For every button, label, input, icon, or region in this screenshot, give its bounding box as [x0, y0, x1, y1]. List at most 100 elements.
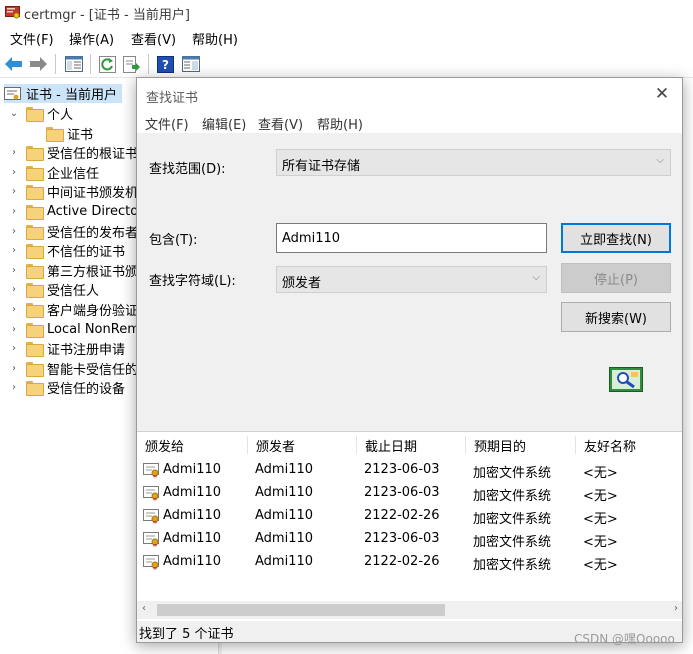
chevron-right-icon[interactable]: ›: [8, 363, 20, 374]
dialog-title: 查找证书: [146, 91, 199, 106]
tree-item[interactable]: › 受信任的根证书: [8, 143, 138, 162]
tree-item-label: 第三方根证书颁: [47, 264, 139, 280]
results-horizontal-scrollbar[interactable]: ‹ ›: [137, 601, 682, 619]
chevron-right-icon[interactable]: ›: [8, 324, 20, 335]
main-menu-bar: 文件(F) 操作(A) 查看(V) 帮助(H): [0, 26, 693, 48]
tree-item[interactable]: › 智能卡受信任的: [8, 359, 138, 378]
table-cell: <无>: [583, 558, 618, 573]
tree-item[interactable]: › 不信任的证书: [8, 241, 125, 260]
tree-item-label: 智能卡受信任的: [47, 362, 139, 378]
search-field-value: 颁发者: [282, 276, 322, 291]
main-toolbar: ?: [0, 50, 693, 78]
tree-item[interactable]: › 证书注册申请: [8, 339, 125, 358]
table-row[interactable]: Admi110 Admi110 2122-02-26 加密文件系统 <无>: [137, 505, 682, 528]
chevron-right-icon[interactable]: ›: [8, 147, 20, 158]
chevron-right-icon[interactable]: ›: [8, 245, 20, 256]
chevron-down-icon[interactable]: ⌄: [8, 108, 20, 119]
chevron-right-icon[interactable]: ›: [8, 343, 20, 354]
find-now-button[interactable]: 立即查找(N): [561, 223, 671, 253]
search-animation-icon: [609, 367, 643, 392]
tree-item[interactable]: › 客户端身份验证: [8, 300, 138, 319]
table-cell: 2123-06-03: [364, 531, 440, 546]
menu-view[interactable]: 查看(V): [131, 29, 176, 48]
scroll-right-icon[interactable]: ›: [674, 603, 678, 614]
tree-item[interactable]: › 受信任人: [8, 280, 99, 299]
tree-item[interactable]: › 中间证书颁发机: [8, 182, 138, 201]
tree-item[interactable]: › 第三方根证书颁: [8, 261, 138, 280]
console-tree-icon[interactable]: [64, 54, 84, 74]
chevron-right-icon[interactable]: ›: [8, 226, 20, 237]
column-issued-to[interactable]: 颁发给: [137, 436, 248, 455]
folder-icon: [26, 185, 44, 201]
column-intended-purposes[interactable]: 预期目的: [466, 436, 576, 455]
menu-file[interactable]: 文件(F): [10, 29, 54, 48]
table-cell: Admi110: [255, 531, 314, 546]
tree-root-label: 证书 - 当前用户: [26, 88, 117, 103]
search-scope-dropdown[interactable]: 所有证书存储 ⌵: [276, 149, 671, 176]
tree-item[interactable]: 证书: [46, 124, 93, 143]
search-field-dropdown[interactable]: 颁发者 ⌵: [276, 266, 547, 293]
table-cell: Admi110: [163, 531, 222, 546]
tree-item[interactable]: › 受信任的发布者: [8, 222, 138, 241]
back-arrow-icon[interactable]: [4, 54, 24, 74]
folder-icon: [26, 322, 44, 338]
chevron-right-icon[interactable]: ›: [8, 304, 20, 315]
chevron-right-icon[interactable]: ›: [8, 284, 20, 295]
help-icon[interactable]: ?: [155, 54, 175, 74]
properties-pane-icon[interactable]: [181, 54, 201, 74]
chevron-right-icon[interactable]: ›: [8, 206, 20, 217]
folder-icon: [26, 303, 44, 318]
column-issued-by[interactable]: 颁发者: [248, 436, 357, 455]
chevron-right-icon[interactable]: ›: [8, 382, 20, 393]
certmgr-app-icon: [5, 6, 20, 19]
folder-icon: [26, 205, 44, 220]
folder-icon: [46, 126, 64, 142]
table-cell: Admi110: [163, 462, 222, 477]
export-list-icon[interactable]: [121, 54, 141, 74]
new-search-button[interactable]: 新搜索(W): [561, 302, 671, 332]
dialog-menu-edit[interactable]: 编辑(E): [202, 114, 246, 133]
dialog-menu-view[interactable]: 查看(V): [258, 114, 303, 133]
close-icon[interactable]: ✕: [654, 86, 670, 103]
dialog-menu-file[interactable]: 文件(F): [145, 114, 189, 133]
tree-item[interactable]: › 企业信任: [8, 163, 99, 182]
tree-item[interactable]: › Local NonRem: [8, 320, 140, 339]
table-row[interactable]: Admi110 Admi110 2123-06-03 加密文件系统 <无>: [137, 482, 682, 505]
tree-item[interactable]: ⌄ 个人: [8, 104, 73, 123]
chevron-right-icon[interactable]: ›: [8, 167, 20, 178]
tree-item-label: 客户端身份验证: [47, 304, 139, 319]
stop-button[interactable]: 停止(P): [561, 263, 671, 293]
certificate-store-icon: [4, 86, 21, 100]
tree-item-label: 受信任的设备: [47, 382, 126, 398]
dialog-menu-help[interactable]: 帮助(H): [317, 114, 363, 133]
tree-item[interactable]: › Active Director: [8, 202, 144, 221]
tree-root-certificates-current-user[interactable]: 证书 - 当前用户: [4, 84, 122, 103]
tree-item[interactable]: › 受信任的设备: [8, 378, 125, 397]
table-cell: Admi110: [255, 462, 314, 477]
scroll-left-icon[interactable]: ‹: [142, 603, 146, 614]
table-row[interactable]: Admi110 Admi110 2123-06-03 加密文件系统 <无>: [137, 459, 682, 482]
column-friendly-name[interactable]: 友好名称: [576, 436, 682, 455]
dialog-menu-bar: 文件(F) 编辑(E) 查看(V) 帮助(H): [137, 111, 682, 133]
forward-arrow-icon[interactable]: [28, 54, 48, 74]
chevron-right-icon[interactable]: ›: [8, 186, 20, 197]
table-row[interactable]: Admi110 Admi110 2123-06-03 加密文件系统 <无>: [137, 528, 682, 551]
status-text: 找到了 5 个证书: [139, 627, 234, 642]
table-cell: 加密文件系统: [473, 535, 552, 550]
table-cell: Admi110: [163, 508, 222, 523]
menu-help[interactable]: 帮助(H): [192, 29, 238, 48]
menu-action[interactable]: 操作(A): [69, 29, 114, 48]
refresh-icon[interactable]: [97, 54, 117, 74]
search-field-label: 查找字符域(L):: [149, 274, 236, 289]
column-expiration-date[interactable]: 截止日期: [357, 436, 466, 455]
watermark: CSDN @嘿Ooooo: [574, 632, 675, 646]
folder-icon: [26, 244, 44, 260]
contains-input[interactable]: [276, 223, 547, 253]
table-row[interactable]: Admi110 Admi110 2122-02-26 加密文件系统 <无>: [137, 551, 682, 574]
table-cell: 2123-06-03: [364, 485, 440, 500]
scrollbar-thumb[interactable]: [157, 604, 445, 616]
folder-icon: [26, 224, 44, 240]
chevron-right-icon[interactable]: ›: [8, 265, 20, 276]
svg-text:?: ?: [162, 58, 169, 72]
table-cell: 加密文件系统: [473, 489, 552, 504]
